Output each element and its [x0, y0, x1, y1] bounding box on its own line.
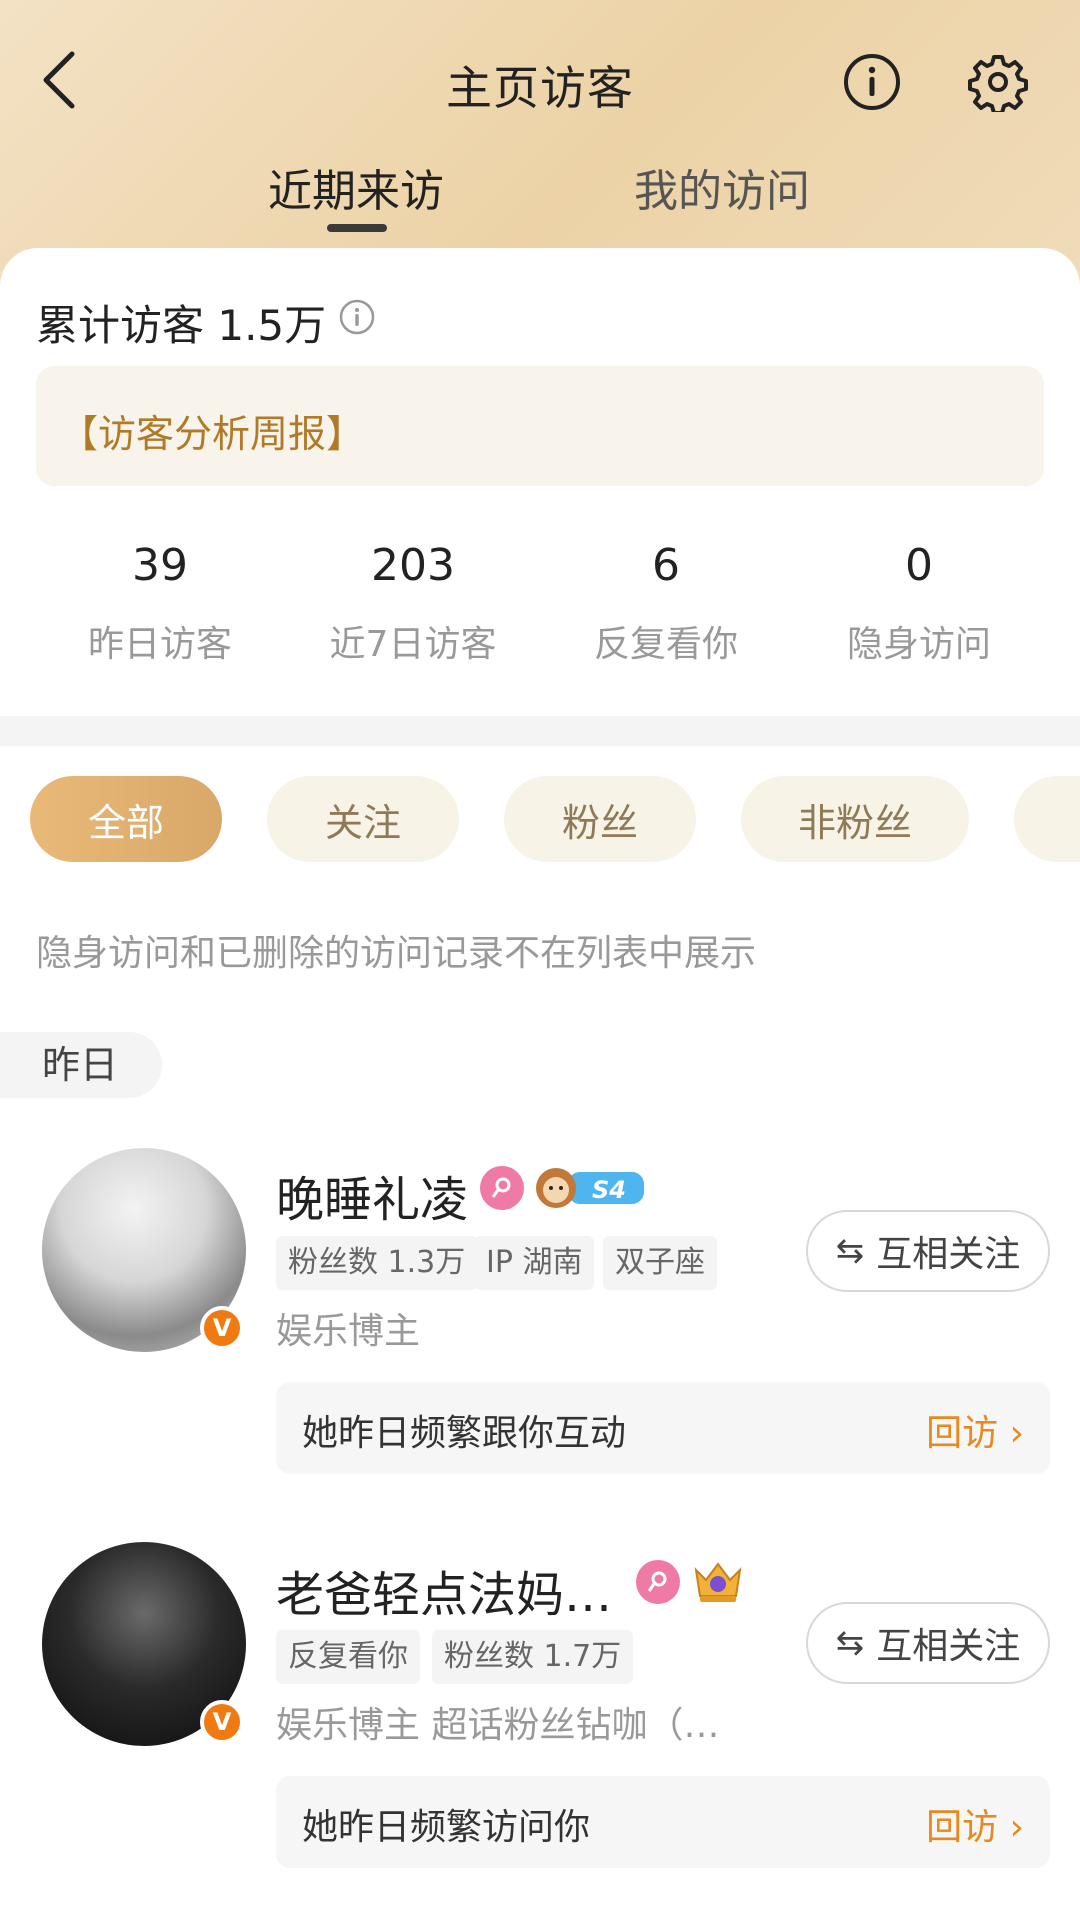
section-divider — [0, 716, 1080, 746]
svg-text:S4: S4 — [592, 1176, 626, 1204]
stat-value: 6 — [652, 540, 680, 591]
follow-label: 互相关注 — [876, 1626, 1021, 1667]
level-badge-icon: S4 — [536, 1168, 644, 1208]
info-icon[interactable] — [842, 52, 902, 112]
date-section-label: 昨日 — [0, 1032, 162, 1098]
visitor-name[interactable]: 晚睡礼凌 — [276, 1160, 468, 1230]
stat-label: 近7日访客 — [329, 624, 497, 665]
filter-chip-more[interactable] — [1014, 776, 1080, 862]
stat-7-days[interactable]: 203 近7日访客 — [288, 540, 538, 667]
filter-chip-following[interactable]: 关注 — [267, 776, 459, 862]
tag-ip-location: IP 湖南 — [474, 1236, 595, 1290]
filter-chip-fans[interactable]: 粉丝 — [504, 776, 696, 862]
revisit-link[interactable]: 回访 › — [926, 1404, 1024, 1456]
visit-hint-row[interactable]: 她昨日频繁跟你互动 回访 › — [276, 1382, 1050, 1474]
tag-fans-count: 粉丝数 1.7万 — [432, 1630, 634, 1684]
settings-gear-icon[interactable] — [968, 52, 1028, 112]
visit-hint-text: 她昨日频繁跟你互动 — [302, 1413, 627, 1454]
tab-my-visits[interactable]: 我的访问 — [634, 155, 810, 219]
female-gender-icon — [480, 1166, 524, 1210]
mutual-arrows-icon: ⇆ — [835, 1231, 865, 1271]
page-title: 主页访客 — [446, 61, 634, 115]
stat-value: 39 — [132, 540, 188, 591]
stat-label: 昨日访客 — [87, 624, 232, 665]
stat-hidden-visits[interactable]: 0 隐身访问 — [794, 540, 1044, 667]
crown-badge-icon — [694, 1562, 742, 1602]
weekly-report-label: 【访客分析周报】 — [60, 412, 365, 456]
verified-v-icon: V — [200, 1306, 244, 1350]
mutual-follow-button[interactable]: ⇆ 互相关注 — [806, 1210, 1050, 1292]
info-icon[interactable] — [338, 298, 376, 336]
female-gender-icon — [636, 1560, 680, 1604]
visit-hint-text: 她昨日频繁访问你 — [302, 1807, 591, 1848]
stat-label: 隐身访问 — [846, 624, 991, 665]
revisit-link[interactable]: 回访 › — [926, 1798, 1024, 1850]
total-visitors: 累计访客 1.5万 — [36, 301, 327, 350]
visitor-name[interactable]: 老爸轻点法妈… — [276, 1555, 612, 1625]
tag-fans-count: 粉丝数 1.3万 — [276, 1236, 478, 1290]
visitor-description: 娱乐博主 超话粉丝钻咖（… — [276, 1705, 720, 1746]
stat-value: 0 — [905, 540, 933, 591]
mutual-follow-button[interactable]: ⇆ 互相关注 — [806, 1602, 1050, 1684]
stat-value: 203 — [371, 540, 455, 591]
filter-chip-all[interactable]: 全部 — [30, 776, 222, 862]
stat-yesterday[interactable]: 39 昨日访客 — [35, 540, 285, 667]
stat-repeat-views[interactable]: 6 反复看你 — [541, 540, 791, 667]
tag-zodiac: 双子座 — [603, 1236, 717, 1290]
tab-recent-visits[interactable]: 近期来访 — [268, 155, 444, 219]
mutual-arrows-icon: ⇆ — [835, 1623, 865, 1663]
stat-label: 反复看你 — [593, 624, 738, 665]
list-notice: 隐身访问和已删除的访问记录不在列表中展示 — [36, 933, 757, 974]
filter-chip-non-fans[interactable]: 非粉丝 — [741, 776, 969, 862]
visit-hint-row[interactable]: 她昨日频繁访问你 回访 › — [276, 1776, 1050, 1868]
active-tab-indicator — [327, 224, 387, 232]
visitor-description: 娱乐博主 — [276, 1311, 421, 1352]
follow-label: 互相关注 — [876, 1234, 1021, 1275]
verified-v-icon: V — [200, 1700, 244, 1744]
tag-repeat-views: 反复看你 — [276, 1630, 420, 1684]
